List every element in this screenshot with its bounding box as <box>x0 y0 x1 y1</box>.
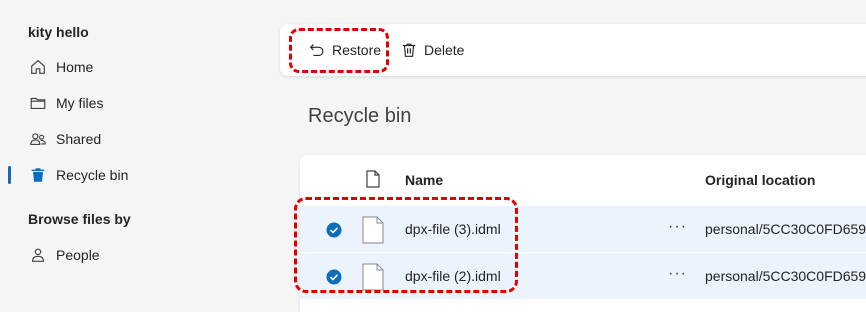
command-bar: Restore Delete <box>280 24 866 76</box>
restore-label: Restore <box>332 42 382 58</box>
column-header-name[interactable]: Name <box>405 172 443 188</box>
sidebar-item-label: Home <box>56 59 94 75</box>
sidebar-item-label: People <box>56 247 100 263</box>
restore-button[interactable]: Restore <box>308 38 381 62</box>
delete-label: Delete <box>424 42 465 58</box>
original-location: personal/5CC30C0FD6599 <box>705 268 866 284</box>
browse-section-title: Browse files by <box>28 211 131 227</box>
sidebar-item-home[interactable]: Home <box>28 55 93 79</box>
folder-icon <box>28 93 48 113</box>
file-type-icon <box>366 170 380 188</box>
table-row[interactable]: dpx-file (2).idml ··· personal/5CC30C0FD… <box>300 253 866 299</box>
column-header-original-location[interactable]: Original location <box>705 172 815 188</box>
page-title: Recycle bin <box>308 105 412 127</box>
delete-button[interactable]: Delete <box>400 38 464 62</box>
sidebar-item-people[interactable]: People <box>28 243 100 267</box>
more-options-icon[interactable]: ··· <box>668 265 687 283</box>
sidebar-item-label: Recycle bin <box>56 167 129 183</box>
file-icon <box>362 263 384 291</box>
user-name: kity hello <box>28 24 89 40</box>
file-icon <box>362 216 384 244</box>
trash-icon <box>402 43 416 57</box>
person-icon <box>28 245 48 265</box>
sidebar: kity hello Home My files Shared Recycle … <box>0 0 280 312</box>
trash-icon <box>28 165 48 185</box>
checkmark-circle-icon[interactable] <box>326 222 342 238</box>
home-icon <box>28 57 48 77</box>
sidebar-item-label: Shared <box>56 131 102 147</box>
sidebar-item-label: My files <box>56 95 104 111</box>
checkmark-circle-icon[interactable] <box>326 269 342 285</box>
file-name[interactable]: dpx-file (2).idml <box>405 268 501 284</box>
active-indicator <box>8 166 11 184</box>
more-options-icon[interactable]: ··· <box>668 218 687 236</box>
original-location: personal/5CC30C0FD6599 <box>705 221 866 237</box>
people-icon <box>28 129 48 149</box>
sidebar-item-recycle-bin[interactable]: Recycle bin <box>28 163 128 187</box>
table-row[interactable]: dpx-file (3).idml ··· personal/5CC30C0FD… <box>300 206 866 252</box>
file-name[interactable]: dpx-file (3).idml <box>405 221 501 237</box>
undo-icon <box>309 44 324 56</box>
sidebar-item-my-files[interactable]: My files <box>28 91 103 115</box>
sidebar-item-shared[interactable]: Shared <box>28 127 101 151</box>
